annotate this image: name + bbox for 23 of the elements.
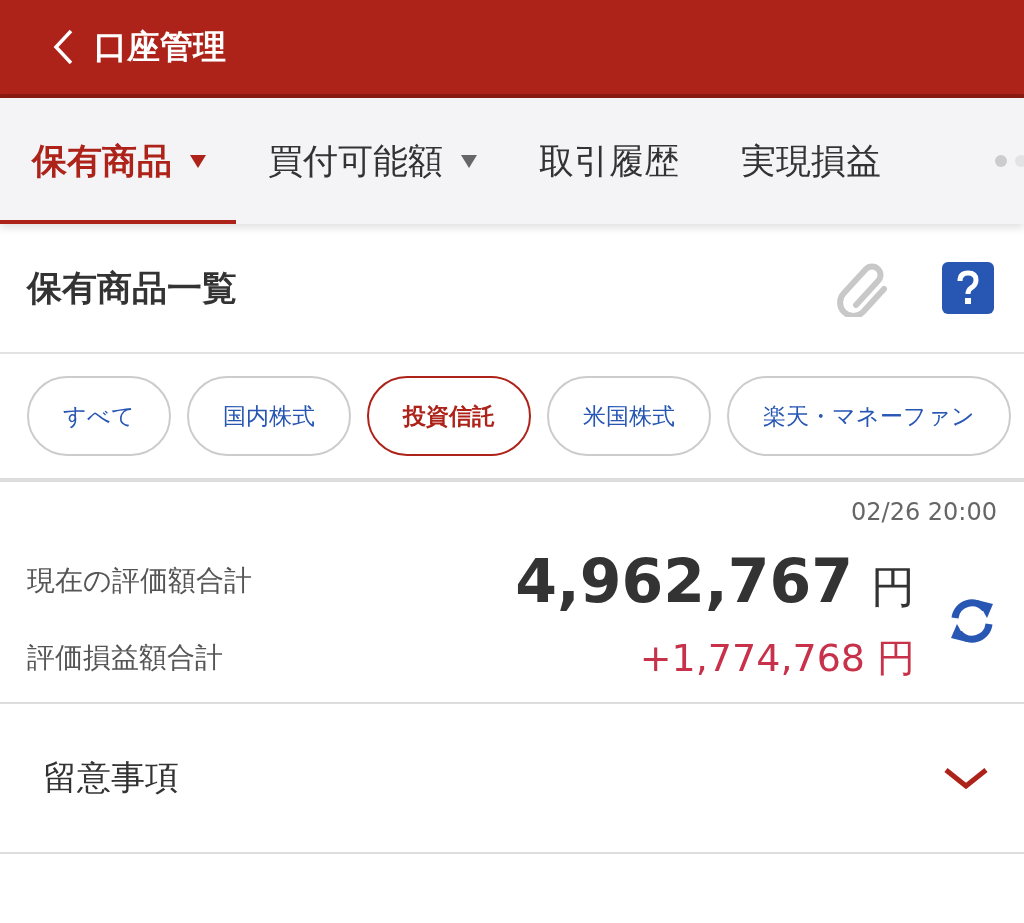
currency-unit: 円 bbox=[877, 635, 915, 680]
tab[interactable]: 保有商品 bbox=[0, 102, 236, 224]
help-icon[interactable] bbox=[942, 262, 994, 314]
tab[interactable]: 実現損益 bbox=[709, 102, 911, 224]
filter-chip[interactable]: 国内株式 bbox=[187, 376, 351, 456]
filter-chip[interactable]: 投資信託 bbox=[367, 376, 531, 456]
filter-chip[interactable]: 米国株式 bbox=[547, 376, 711, 456]
section-title: 保有商品一覧 bbox=[27, 266, 237, 310]
amount: +1,774,768 bbox=[639, 635, 865, 680]
summary-label: 現在の評価額合計 bbox=[27, 563, 253, 599]
filter-chip[interactable]: 楽天・マネーファン bbox=[727, 376, 1011, 456]
notes-title: 留意事項 bbox=[43, 756, 179, 799]
amount: 4,962,767 bbox=[515, 545, 853, 616]
update-time: 02/26 20:00 bbox=[850, 498, 997, 526]
back-icon bbox=[52, 29, 74, 65]
currency-unit: 円 bbox=[871, 560, 915, 612]
tab[interactable]: 買付可能額 bbox=[236, 102, 507, 224]
tab[interactable]: 取引履歴 bbox=[507, 102, 709, 224]
back-button[interactable] bbox=[52, 29, 74, 65]
summary-label: 評価損益額合計 bbox=[27, 640, 224, 676]
page-title: 口座管理 bbox=[94, 25, 226, 68]
chevron-icon[interactable] bbox=[944, 766, 990, 790]
filter-chip[interactable]: すべて bbox=[27, 376, 171, 456]
